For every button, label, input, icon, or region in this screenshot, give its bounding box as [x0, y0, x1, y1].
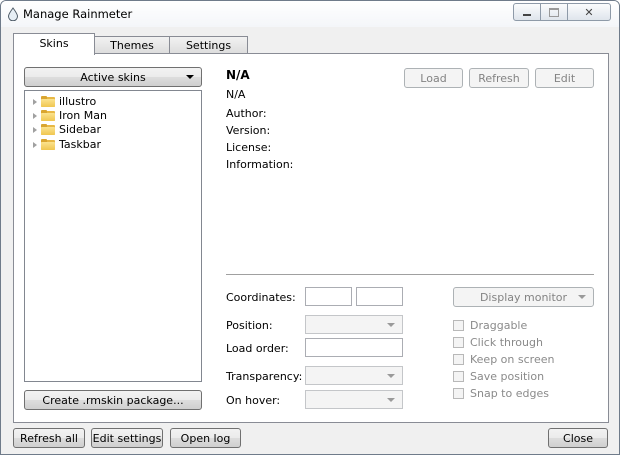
tree-item-label: Iron Man [59, 109, 107, 122]
minimize-icon [523, 13, 531, 16]
load-order-input[interactable] [305, 338, 403, 357]
skins-tree[interactable]: illustro Iron Man Sidebar Taskbar [24, 90, 202, 382]
author-label: Author: [226, 107, 267, 120]
maximize-button[interactable] [541, 3, 568, 21]
tree-item-label: Sidebar [59, 123, 102, 136]
chevron-down-icon [186, 75, 194, 79]
checkbox-box[interactable] [453, 320, 464, 331]
checkbox-box[interactable] [453, 354, 464, 365]
tree-item-iron-man[interactable]: Iron Man [33, 108, 107, 123]
checkbox-box[interactable] [453, 388, 464, 399]
divider [226, 274, 594, 276]
on-hover-select[interactable] [305, 390, 403, 409]
display-monitor-dropdown[interactable]: Display monitor [453, 287, 594, 307]
information-label: Information: [226, 158, 294, 171]
skin-config: N/A [226, 88, 246, 101]
expand-arrow-icon[interactable] [33, 98, 37, 105]
tab-settings-label: Settings [185, 39, 232, 52]
coordinates-label: Coordinates: [226, 291, 296, 304]
coordinate-x-input[interactable] [305, 287, 352, 306]
refresh-label: Refresh [478, 72, 520, 85]
chevron-down-icon [387, 323, 395, 327]
tab-settings[interactable]: Settings [169, 36, 248, 54]
license-label: License: [226, 141, 272, 154]
close-icon: ✕ [584, 5, 594, 19]
rainmeter-drop-icon [7, 7, 19, 21]
minimize-button[interactable] [513, 3, 541, 21]
window-controls: ✕ [513, 3, 611, 21]
load-button[interactable]: Load [404, 68, 463, 88]
click-through-checkbox[interactable]: Click through [453, 336, 543, 349]
edit-button[interactable]: Edit [535, 68, 594, 88]
open-log-label: Open log [180, 432, 231, 445]
checkbox-box[interactable] [453, 371, 464, 382]
create-rmskin-package-label: Create .rmskin package... [42, 394, 184, 407]
checkbox-label: Keep on screen [470, 353, 555, 366]
close-window-button[interactable]: ✕ [568, 3, 611, 21]
tree-item-illustro[interactable]: illustro [33, 94, 96, 109]
refresh-all-button[interactable]: Refresh all [13, 428, 85, 448]
close-label: Close [563, 432, 593, 445]
on-hover-label: On hover: [226, 394, 281, 407]
maximize-icon [549, 7, 559, 17]
tab-themes[interactable]: Themes [93, 36, 171, 54]
expand-arrow-icon[interactable] [33, 112, 37, 119]
folder-icon [41, 139, 55, 150]
expand-arrow-icon[interactable] [33, 126, 37, 133]
folder-icon [41, 124, 55, 135]
close-button[interactable]: Close [548, 428, 608, 448]
chevron-down-icon [387, 398, 395, 402]
window-title: Manage Rainmeter [23, 7, 133, 21]
skin-name: N/A [226, 68, 250, 82]
chevron-down-icon [387, 374, 395, 378]
title-bar[interactable]: Manage Rainmeter ✕ [1, 1, 619, 27]
tree-item-label: Taskbar [59, 138, 101, 151]
edit-settings-label: Edit settings [92, 432, 162, 445]
active-skins-dropdown[interactable]: Active skins [24, 67, 202, 87]
checkbox-box[interactable] [453, 337, 464, 348]
position-label: Position: [226, 319, 273, 332]
tab-skins-label: Skins [39, 37, 69, 50]
tree-item-taskbar[interactable]: Taskbar [33, 137, 101, 152]
checkbox-label: Snap to edges [470, 387, 549, 400]
active-skins-label: Active skins [80, 71, 146, 84]
transparency-select[interactable] [305, 366, 403, 385]
refresh-button[interactable]: Refresh [469, 68, 529, 88]
manage-rainmeter-window: Manage Rainmeter ✕ Skins Themes Settings… [0, 0, 620, 455]
folder-icon [41, 110, 55, 121]
chevron-down-icon [578, 295, 586, 299]
checkbox-label: Click through [470, 336, 543, 349]
save-position-checkbox[interactable]: Save position [453, 370, 544, 383]
checkbox-label: Save position [470, 370, 545, 383]
edit-settings-button[interactable]: Edit settings [91, 428, 163, 448]
draggable-checkbox[interactable]: Draggable [453, 319, 527, 332]
checkbox-label: Draggable [470, 319, 528, 332]
position-select[interactable] [305, 315, 403, 334]
refresh-all-label: Refresh all [20, 432, 78, 445]
edit-label: Edit [553, 72, 576, 85]
create-rmskin-package-button[interactable]: Create .rmskin package... [24, 390, 202, 410]
tree-item-label: illustro [59, 95, 97, 108]
coordinate-y-input[interactable] [356, 287, 403, 306]
open-log-button[interactable]: Open log [170, 428, 241, 448]
tree-item-sidebar[interactable]: Sidebar [33, 122, 101, 137]
transparency-label: Transparency: [226, 370, 303, 383]
keep-on-screen-checkbox[interactable]: Keep on screen [453, 353, 554, 366]
load-order-label: Load order: [226, 342, 289, 355]
tab-themes-label: Themes [110, 39, 154, 52]
version-label: Version: [226, 124, 271, 137]
expand-arrow-icon[interactable] [33, 141, 37, 148]
snap-to-edges-checkbox[interactable]: Snap to edges [453, 387, 549, 400]
folder-icon [41, 96, 55, 107]
tab-skins[interactable]: Skins [13, 33, 95, 55]
load-label: Load [420, 72, 447, 85]
display-monitor-label: Display monitor [479, 291, 568, 304]
